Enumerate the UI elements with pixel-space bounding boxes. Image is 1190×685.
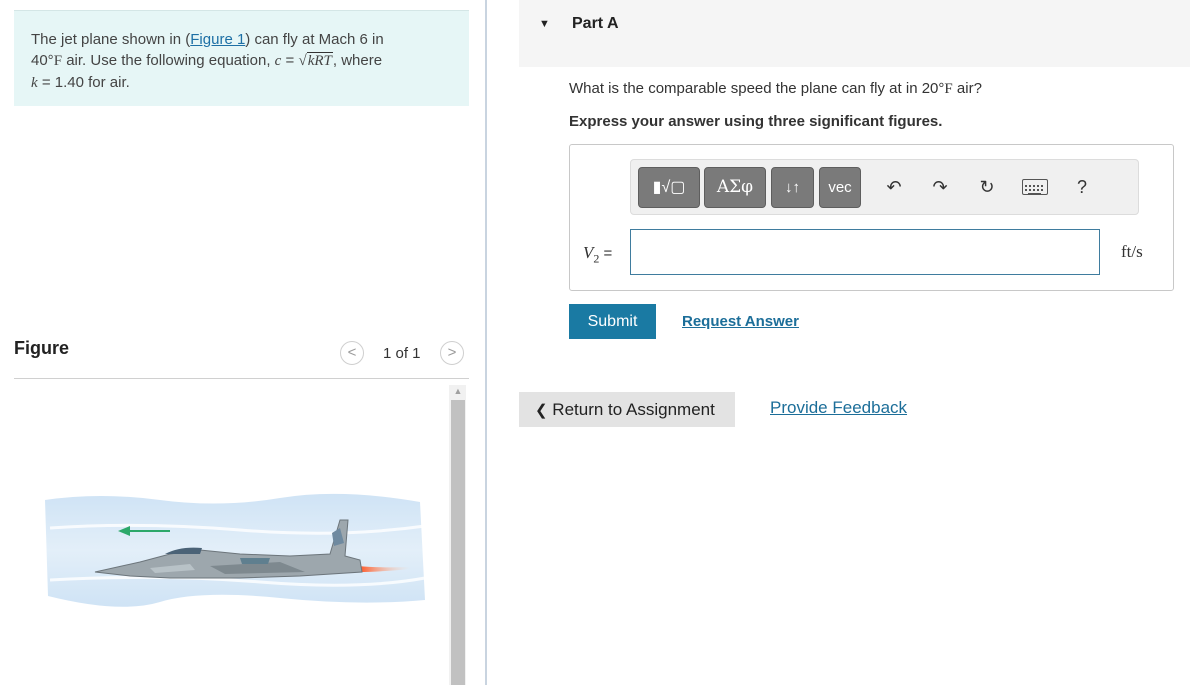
keyboard-keys-graphic xyxy=(1025,185,1043,195)
submit-button[interactable]: Submit xyxy=(569,304,656,339)
provide-feedback-link[interactable]: Provide Feedback xyxy=(770,398,907,418)
help-icon[interactable]: ? xyxy=(1071,176,1093,198)
previous-figure-button[interactable]: < xyxy=(340,341,364,365)
return-to-assignment-button[interactable]: ❮ Return to Assignment xyxy=(519,392,735,427)
problem-text-part: The jet plane shown in ( xyxy=(31,31,191,48)
answer-instruction: Express your answer using three signific… xyxy=(569,113,943,130)
figure-header: Figure xyxy=(14,338,70,358)
question-text-part: What is the comparable speed the plane c… xyxy=(569,80,945,97)
return-label: Return to Assignment xyxy=(547,400,715,419)
part-header[interactable] xyxy=(519,0,1190,67)
problem-text: The jet plane shown in (Figure 1) can fl… xyxy=(31,29,451,94)
variable-v: V xyxy=(583,243,594,262)
collapse-caret-icon[interactable]: ▼ xyxy=(539,18,550,30)
problem-text-part: = 1.40 for air. xyxy=(37,74,130,91)
pane-divider[interactable] xyxy=(485,0,487,685)
vector-button[interactable]: vec xyxy=(819,167,861,208)
answer-variable-label: V2 = xyxy=(583,243,612,266)
question-temperature-unit: F xyxy=(944,81,953,97)
next-figure-button[interactable]: > xyxy=(440,341,464,365)
left-pane: The jet plane shown in (Figure 1) can fl… xyxy=(0,0,486,685)
problem-text-part: air. Use the following equation, xyxy=(62,52,275,69)
jet-plane-figure xyxy=(45,493,426,607)
question-text-part: air? xyxy=(952,80,982,97)
answer-input[interactable] xyxy=(630,229,1100,275)
k-variable: k xyxy=(31,75,38,91)
templates-button[interactable]: ▮√▢ xyxy=(638,167,700,208)
reset-icon[interactable]: ↻ xyxy=(976,176,998,198)
figure-divider xyxy=(14,378,469,379)
problem-statement-box: The jet plane shown in (Figure 1) can fl… xyxy=(14,10,469,106)
equation-equals: = xyxy=(281,52,299,69)
chevron-left-icon: ❮ xyxy=(535,402,548,419)
request-answer-link[interactable]: Request Answer xyxy=(682,313,799,330)
greek-symbols-button[interactable]: ΑΣφ xyxy=(704,167,766,208)
problem-text-part: ) can fly at Mach 6 in xyxy=(245,31,384,48)
temperature-unit: F xyxy=(53,53,63,69)
temperature-value: 40° xyxy=(31,52,54,69)
figure-link[interactable]: Figure 1 xyxy=(190,31,245,48)
undo-icon[interactable]: ↶ xyxy=(883,176,905,198)
keyboard-icon[interactable] xyxy=(1022,179,1048,195)
arrows-button[interactable]: ↓↑ xyxy=(771,167,814,208)
figure-counter: 1 of 1 xyxy=(383,345,421,362)
scroll-up-arrow-icon[interactable]: ▲ xyxy=(452,385,464,397)
redo-icon[interactable]: ↷ xyxy=(929,176,951,198)
problem-text-part: , where xyxy=(332,52,383,69)
question-text: What is the comparable speed the plane c… xyxy=(569,80,982,98)
figure-scrollbar-thumb[interactable] xyxy=(451,400,465,685)
part-title[interactable]: Part A xyxy=(572,15,619,33)
equation-radicand: kRT xyxy=(306,52,333,69)
equals-sign: = xyxy=(599,245,613,262)
equation-sqrt: √kRT xyxy=(298,52,333,69)
answer-unit: ft/s xyxy=(1121,242,1143,261)
